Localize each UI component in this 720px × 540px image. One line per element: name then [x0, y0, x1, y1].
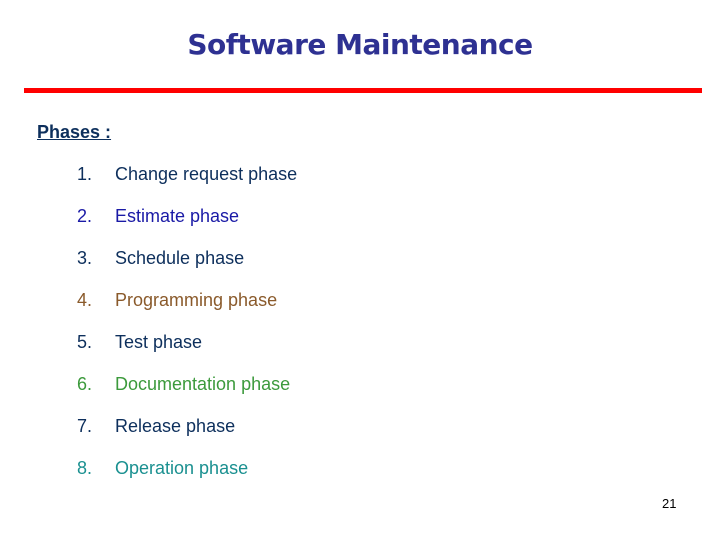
section-heading: Phases : — [37, 122, 112, 142]
slide: Software Maintenance Phases : 1. Change r… — [0, 0, 720, 540]
list-item-number: 8. — [77, 458, 93, 478]
list-item: 5. Test phase — [77, 330, 297, 372]
page-number: 21 — [662, 496, 677, 511]
list-item: 3. Schedule phase — [77, 246, 297, 288]
list-item-number: 3. — [77, 248, 93, 268]
list-item-number: 7. — [77, 416, 93, 436]
phases-list: 1. Change request phase 2. Estimate phase … — [77, 162, 297, 498]
list-item-label: Programming phase — [115, 290, 278, 310]
list-item: 7. Release phase — [77, 414, 297, 456]
list-item-number: 2. — [77, 206, 93, 226]
list-item-label: Schedule phase — [115, 248, 245, 268]
list-item-label: Change request phase — [115, 164, 298, 184]
list-item-label: Documentation phase — [115, 374, 291, 394]
list-item-number: 4. — [77, 290, 93, 310]
list-item-label: Test phase — [115, 332, 203, 352]
list-item-label: Operation phase — [115, 458, 249, 478]
list-item-number: 6. — [77, 374, 93, 394]
list-item: 2. Estimate phase — [77, 204, 297, 246]
list-item-number: 5. — [77, 332, 93, 352]
list-item: 4. Programming phase — [77, 288, 297, 330]
slide-title: Software Maintenance — [187, 28, 533, 61]
list-item-label: Release phase — [115, 416, 236, 436]
list-item-number: 1. — [77, 164, 93, 184]
list-item: 1. Change request phase — [77, 162, 297, 204]
list-item: 8. Operation phase — [77, 456, 297, 498]
list-item: 6. Documentation phase — [77, 372, 297, 414]
list-item-label: Estimate phase — [115, 206, 240, 226]
title-divider — [24, 88, 702, 93]
